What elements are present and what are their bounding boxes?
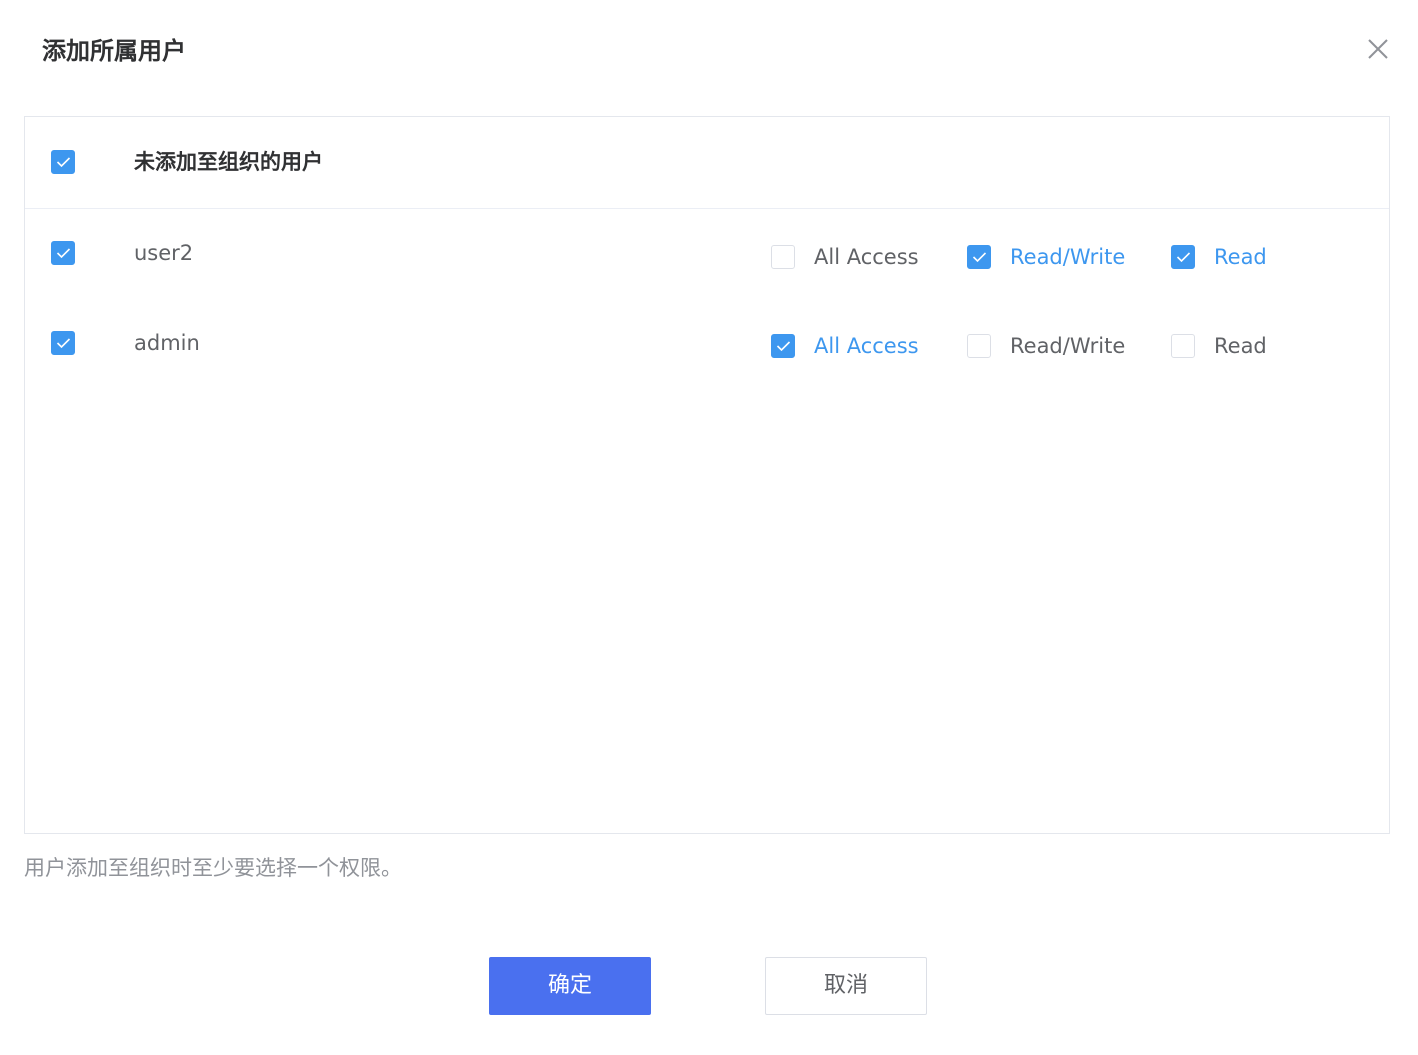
checkmark-icon <box>1176 252 1191 263</box>
checkmark-icon <box>56 157 71 168</box>
checkmark-icon <box>972 252 987 263</box>
user-name: user2 <box>134 241 194 265</box>
permission-label[interactable]: All Access <box>814 242 919 272</box>
permission-label[interactable]: Read <box>1214 331 1267 361</box>
permission-checkbox[interactable] <box>967 245 991 269</box>
checkmark-icon <box>56 338 71 349</box>
permission-label[interactable]: Read/Write <box>1010 331 1125 361</box>
permission-checkbox[interactable] <box>771 334 795 358</box>
panel-header-label: 未添加至组织的用户 <box>134 150 323 174</box>
user-list-panel: 未添加至组织的用户 user2 All Access Read/Write Re… <box>24 116 1390 834</box>
permission-checkbox[interactable] <box>1171 245 1195 269</box>
permission-hint: 用户添加至组织时至少要选择一个权限。 <box>24 856 402 880</box>
checkmark-icon <box>56 248 71 259</box>
user-checkbox[interactable] <box>51 331 75 355</box>
select-all-checkbox[interactable] <box>51 150 75 174</box>
user-checkbox[interactable] <box>51 241 75 265</box>
confirm-button[interactable]: 确定 <box>489 957 651 1015</box>
permission-checkbox[interactable] <box>967 334 991 358</box>
panel-header: 未添加至组织的用户 <box>25 117 1389 209</box>
add-users-dialog: 添加所属用户 未添加至组织的用户 user2 All Access Read/W… <box>0 0 1418 1055</box>
cancel-button[interactable]: 取消 <box>765 957 927 1015</box>
checkmark-icon <box>776 341 791 352</box>
permission-checkbox[interactable] <box>771 245 795 269</box>
close-icon[interactable] <box>1364 35 1392 63</box>
permission-label[interactable]: Read/Write <box>1010 242 1125 272</box>
user-name: admin <box>134 331 200 355</box>
dialog-title: 添加所属用户 <box>42 37 186 65</box>
permission-label[interactable]: All Access <box>814 331 919 361</box>
permission-checkbox[interactable] <box>1171 334 1195 358</box>
permission-label[interactable]: Read <box>1214 242 1267 272</box>
